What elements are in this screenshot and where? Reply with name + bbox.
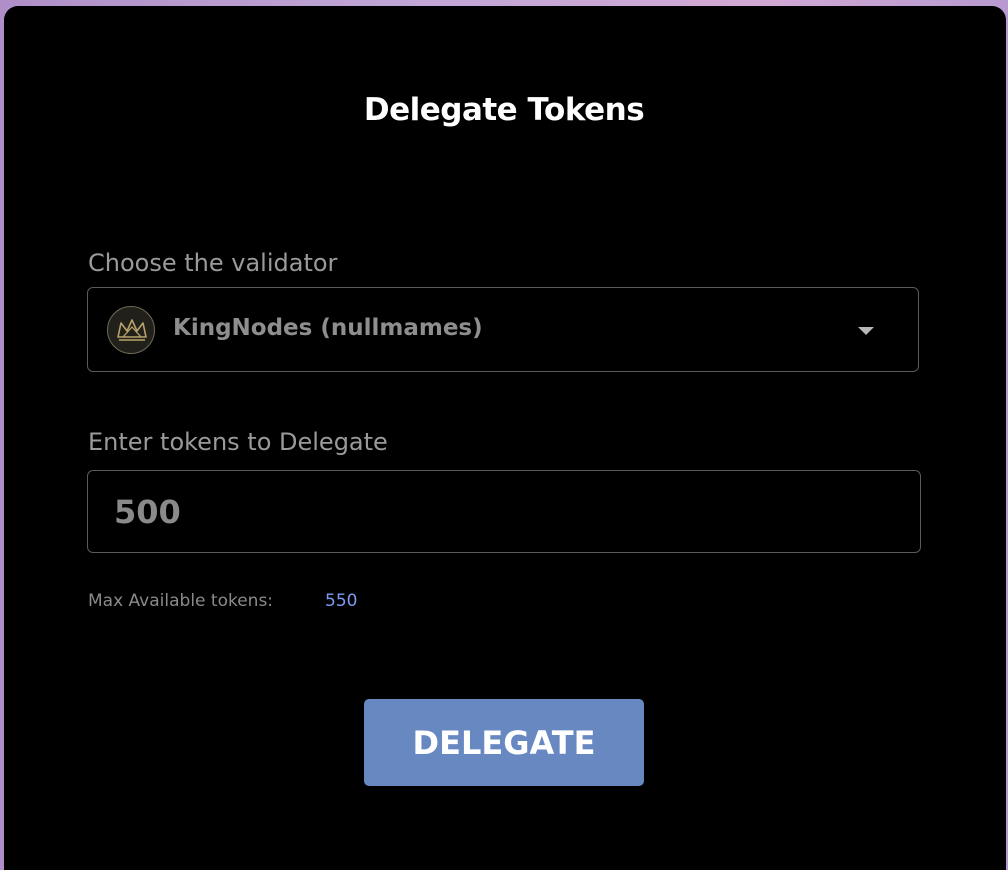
validator-select[interactable]: KingNodes (nullmames) — [87, 287, 919, 372]
modal-title: Delegate Tokens — [363, 92, 645, 128]
tokens-amount-input[interactable] — [87, 470, 921, 553]
validator-label: Choose the validator — [88, 249, 338, 277]
delegate-button[interactable]: DELEGATE — [364, 699, 644, 786]
validator-selected-value: KingNodes (nullmames) — [173, 315, 483, 341]
tokens-label: Enter tokens to Delegate — [88, 428, 388, 456]
max-available-label: Max Available tokens: — [88, 591, 274, 611]
max-available-value: 550 — [325, 591, 358, 611]
crown-icon — [107, 306, 155, 354]
caret-down-icon[interactable] — [858, 327, 874, 335]
